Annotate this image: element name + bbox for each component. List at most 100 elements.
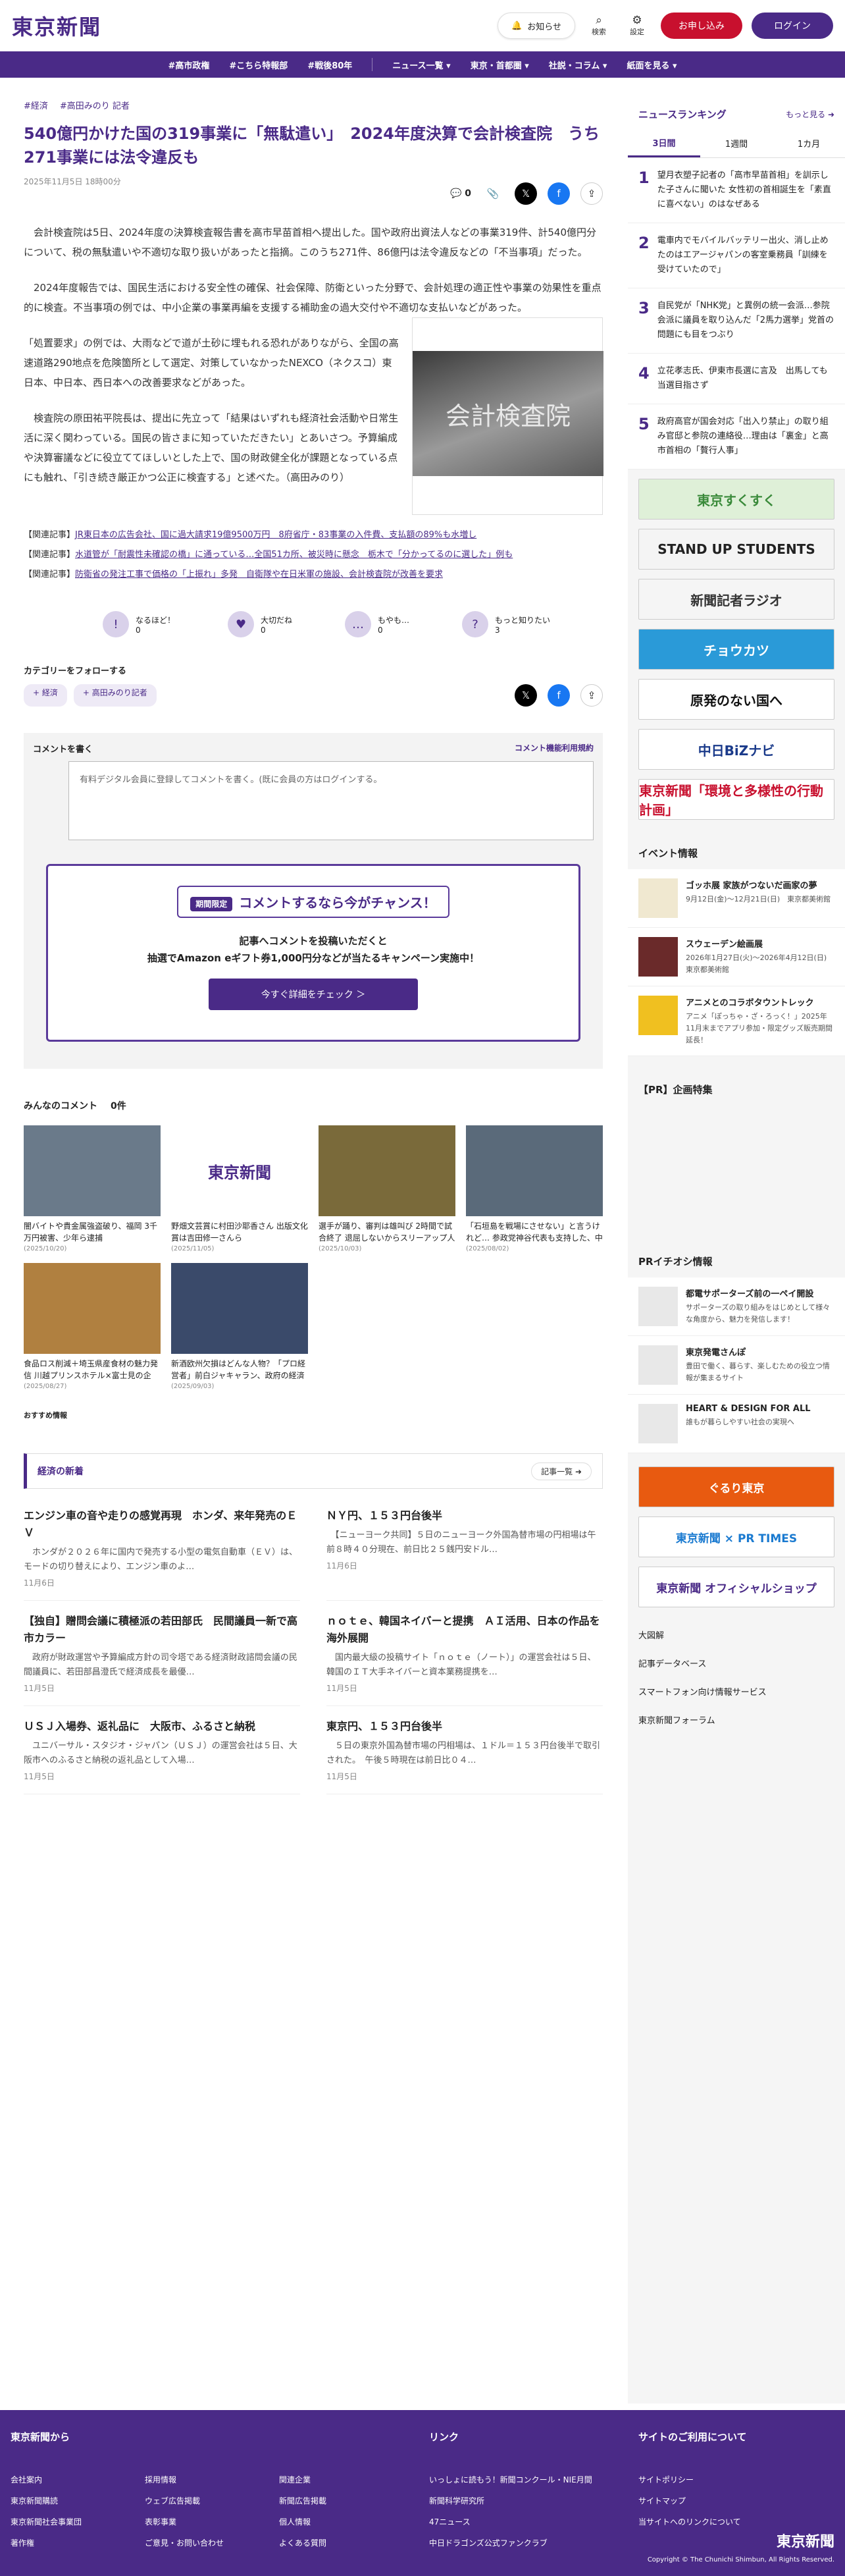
footer-link[interactable]: 中日ドラゴンズ公式ファンクラブ (429, 2533, 592, 2554)
footer-link[interactable]: 当サイトへのリンクについて (638, 2511, 741, 2533)
follow-chip[interactable]: + 高田みのり記者 (73, 684, 157, 707)
subscribe-button[interactable]: お申し込み (661, 13, 742, 39)
side-link[interactable]: 記事データベース (628, 1649, 845, 1677)
login-button[interactable]: ログイン (752, 13, 833, 39)
recommend-card[interactable]: 新酒欧州欠損はどんな人物？「プロ経営者」前白ジャキャラン、政府の経済政策に関与、… (171, 1263, 308, 1390)
clip-icon[interactable]: 📎 (482, 182, 504, 205)
footer-link[interactable]: 関連企業 (279, 2469, 326, 2490)
reaction-button[interactable]: ♥ 大切だね 0 (228, 611, 292, 637)
footer-link[interactable]: 表彰事業 (145, 2511, 224, 2533)
footer-link[interactable]: 採用情報 (145, 2469, 224, 2490)
footer-link[interactable]: ご意見・お問い合わせ (145, 2533, 224, 2554)
tab-3days[interactable]: 3日間 (628, 129, 700, 157)
ranking-item[interactable]: 1 望月衣塑子記者の「高市早苗首相」を訓示した子さんに聞いた 女性初の首相誕生を「… (628, 158, 845, 223)
ranking-item[interactable]: 4 立花孝志氏、伊東市長選に言及 出馬しても当選目指さず (628, 354, 845, 404)
economy-item[interactable]: ＮＹ円、１５３円台後半 【ニューヨーク共同】５日のニューヨーク外国為替市場の円相… (326, 1495, 603, 1601)
footer-link[interactable]: よくある質問 (279, 2533, 326, 2554)
pr-item[interactable]: HEART & DESIGN FOR ALL 誰もが暮らしやすい社会の実現へ (628, 1395, 845, 1453)
economy-item[interactable]: ＵＳＪ入場券、返礼品に 大阪市、ふるさと納税 ユニバーサル・スタジオ・ジャパン（… (24, 1706, 300, 1794)
comment-terms-link[interactable]: コメント機能利用規約 (515, 742, 594, 755)
tag-link[interactable]: #高田みのり 記者 (60, 99, 130, 111)
nav-item[interactable]: #戦後80年 (307, 59, 352, 71)
campaign-button[interactable]: 今すぐ詳細をチェック ＞ (208, 979, 419, 1010)
side-banner[interactable]: チョウカツ (638, 629, 834, 670)
economy-item[interactable]: ｎｏｔｅ、韓国ネイバーと提携 ＡＩ活用、日本の作品を海外展開 国内最大級の投稿サ… (326, 1601, 603, 1706)
related-link[interactable]: 水道管が「耐震性未確認の橋」に通っている…全国51カ所、被災時に懸念 栃木で「分… (75, 550, 513, 560)
side-link[interactable]: 東京新聞フォーラム (628, 1705, 845, 1734)
side-banner[interactable]: 東京すくすく (638, 479, 834, 520)
nav-item[interactable]: 社説・コラム ▾ (549, 59, 607, 71)
side-banner[interactable]: 新聞記者ラジオ (638, 579, 834, 620)
reaction-button[interactable]: ? もっと知りたい 3 (462, 611, 550, 637)
recommend-card[interactable]: 「石垣島を戦場にさせない」と言うけれど… 参政党神谷代表も支持した、中山義隆市長… (466, 1125, 603, 1252)
related-link[interactable]: JR東日本の広告会社、国に過大請求19億9500万円 8府省庁・83事業の入件費… (75, 530, 476, 540)
pr-item[interactable]: 都電サポーターズ前の一ペイ開設 サポーターズの取り組みをはじめとして様々な角度から… (628, 1277, 845, 1336)
side-banner[interactable]: STAND UP STUDENTS (638, 529, 834, 570)
event-item[interactable]: ゴッホ展 家族がつないだ画家の夢 9月12日(金)〜12月21日(日) 東京都美術… (628, 869, 845, 928)
side-banner[interactable]: 中日BiZナビ (638, 729, 834, 770)
ad-banner[interactable]: ぐるり東京 (638, 1466, 834, 1507)
footer-link[interactable]: サイトポリシー (638, 2469, 741, 2490)
footer-link[interactable]: 会社案内 (11, 2469, 82, 2490)
sidebar: ニュースランキング もっと見る ➜ 3日間 1週間 1カ月 1 望月衣塑子記者の「高… (628, 99, 845, 2403)
tab-1week[interactable]: 1週間 (700, 129, 773, 157)
recommend-card[interactable]: 選手が踊り、審判は雄叫び 2時間で試合終了 退屈しないからスリーアップ人気？サバ… (319, 1125, 455, 1252)
footer-link[interactable]: ウェブ広告掲載 (145, 2490, 224, 2511)
follow-chip[interactable]: + 経済 (24, 684, 67, 707)
ad-banner[interactable]: 東京新聞 オフィシャルショップ (638, 1567, 834, 1607)
notify-button[interactable]: 🔔 お知らせ (498, 13, 575, 39)
side-link[interactable]: 大図解 (628, 1621, 845, 1649)
economy-item[interactable]: 【独自】贈問会議に積極派の若田部氏 民間議員一新で高市カラー 政府が財政運営や予… (24, 1601, 300, 1706)
nav-item[interactable]: #高市政権 (168, 59, 210, 71)
recommend-card[interactable]: 食品ロス削減＋埼玉県産食材の魅力発信 川越プリンスホテル×富士見の企業、特別メニ… (24, 1263, 161, 1390)
settings-button[interactable]: ⚙ 設定 (623, 14, 652, 37)
ad-banner[interactable]: 東京新聞 × PR TIMES (638, 1516, 834, 1557)
search-button[interactable]: ⌕ 検索 (584, 14, 613, 37)
recommend-card[interactable]: 闇バイトや貴金属強盗破り、福岡 3千万円被害、少年ら逮捕 (2025/10/20) (24, 1125, 161, 1252)
tag-link[interactable]: #経済 (24, 99, 48, 111)
ranking-item[interactable]: 2 電車内でモバイルバッテリー出火、消し止めたのはエアージャパンの客室乗務員「訓練… (628, 223, 845, 288)
site-logo[interactable]: 東京新聞 (12, 11, 101, 41)
nav-item[interactable]: 東京・首都圏 ▾ (471, 59, 529, 71)
reaction-button[interactable]: … もやも… 0 (345, 611, 409, 637)
footer-link[interactable]: 新聞広告掲載 (279, 2490, 326, 2511)
x-share-icon[interactable]: 𝕏 (515, 684, 537, 707)
nav-item[interactable]: #こちら特報部 (229, 59, 288, 71)
side-banner[interactable]: 原発のない国へ (638, 679, 834, 720)
event-item[interactable]: スウェーデン絵画展 2026年1月27日(火)〜2026年4月12日(日) 東京都… (628, 928, 845, 986)
side-link[interactable]: スマートフォン向け情報サービス (628, 1677, 845, 1705)
economy-item[interactable]: 東京円、１５３円台後半 ５日の東京外国為替市場の円相場は、１ドル＝１５３円台後半… (326, 1706, 603, 1794)
ranking-more-link[interactable]: もっと見る ➜ (786, 109, 834, 120)
nav-item[interactable]: 紙面を見る ▾ (627, 59, 677, 71)
x-share-icon[interactable]: 𝕏 (515, 182, 537, 205)
reaction-button[interactable]: ! なるほど！ 0 (103, 611, 175, 637)
footer-link[interactable]: 47ニュース (429, 2511, 592, 2533)
event-title: スウェーデン絵画展 (686, 940, 763, 950)
footer-link[interactable]: サイトマップ (638, 2490, 741, 2511)
footer-link[interactable]: 著作権 (11, 2533, 82, 2554)
share-icon[interactable]: ⇪ (580, 684, 603, 707)
footer-link[interactable]: 東京新聞社会事業団 (11, 2511, 82, 2533)
economy-more-button[interactable]: 記事一覧 ➜ (531, 1462, 592, 1480)
side-banner[interactable]: 東京新聞「環境と多様性の行動計画」 (638, 779, 834, 820)
article-photo[interactable]: 会計検査院 (412, 317, 603, 515)
ranking-item[interactable]: 3 自民党が「NHK党」と異例の統一会派…参院会派に議員を取り込んだ「2馬力選挙」… (628, 288, 845, 354)
facebook-share-icon[interactable]: f (548, 684, 570, 707)
tab-1month[interactable]: 1カ月 (773, 129, 845, 157)
footer-link[interactable]: 個人情報 (279, 2511, 326, 2533)
card-caption: 選手が踊り、審判は雄叫び 2時間で試合終了 退屈しないからスリーアップ人気？サバ… (319, 1221, 455, 1243)
nav-item[interactable]: ニュース一覧 ▾ (392, 59, 450, 71)
ranking-item[interactable]: 5 政府高官が国会対応「出入り禁止」の取り組み官邸と参院の連絡役…理由は「裏金」と… (628, 404, 845, 470)
economy-item[interactable]: エンジン車の音や走りの感覚再現 ホンダ、来年発売のＥＶ ホンダが２０２６年に国内… (24, 1495, 300, 1601)
event-item[interactable]: アニメとのコラボタウントレック アニメ「ぽっちゃ・ざ・ろっく！」2025年11月末… (628, 986, 845, 1056)
comment-input[interactable]: 有料デジタル会員に登録してコメントを書く。(既に会員の方はログインする。 (68, 761, 594, 840)
footer-link[interactable]: 新聞科学研究所 (429, 2490, 592, 2511)
footer-link[interactable]: いっしょに読もう！新聞コンクール・NIE月間 (429, 2469, 592, 2490)
related-link[interactable]: 防衛省の発注工事で価格の「上振れ」多発 自衛隊や在日米軍の施設、会計検査院が改善… (75, 570, 443, 579)
recommend-card[interactable]: 東京新聞 野畑文芸賞に村田沙耶香さん 出版文化賞は吉田修一さんら (2025/11/… (171, 1125, 308, 1252)
comment-count[interactable]: 💬 0 (450, 188, 471, 199)
footer-link[interactable]: 東京新聞購読 (11, 2490, 82, 2511)
share-icon[interactable]: ⇪ (580, 182, 603, 205)
facebook-share-icon[interactable]: f (548, 182, 570, 205)
pr-item[interactable]: 東京発電さんぽ 豊田で働く、暮らす、楽しむための役立つ情報が集まるサイト (628, 1336, 845, 1395)
